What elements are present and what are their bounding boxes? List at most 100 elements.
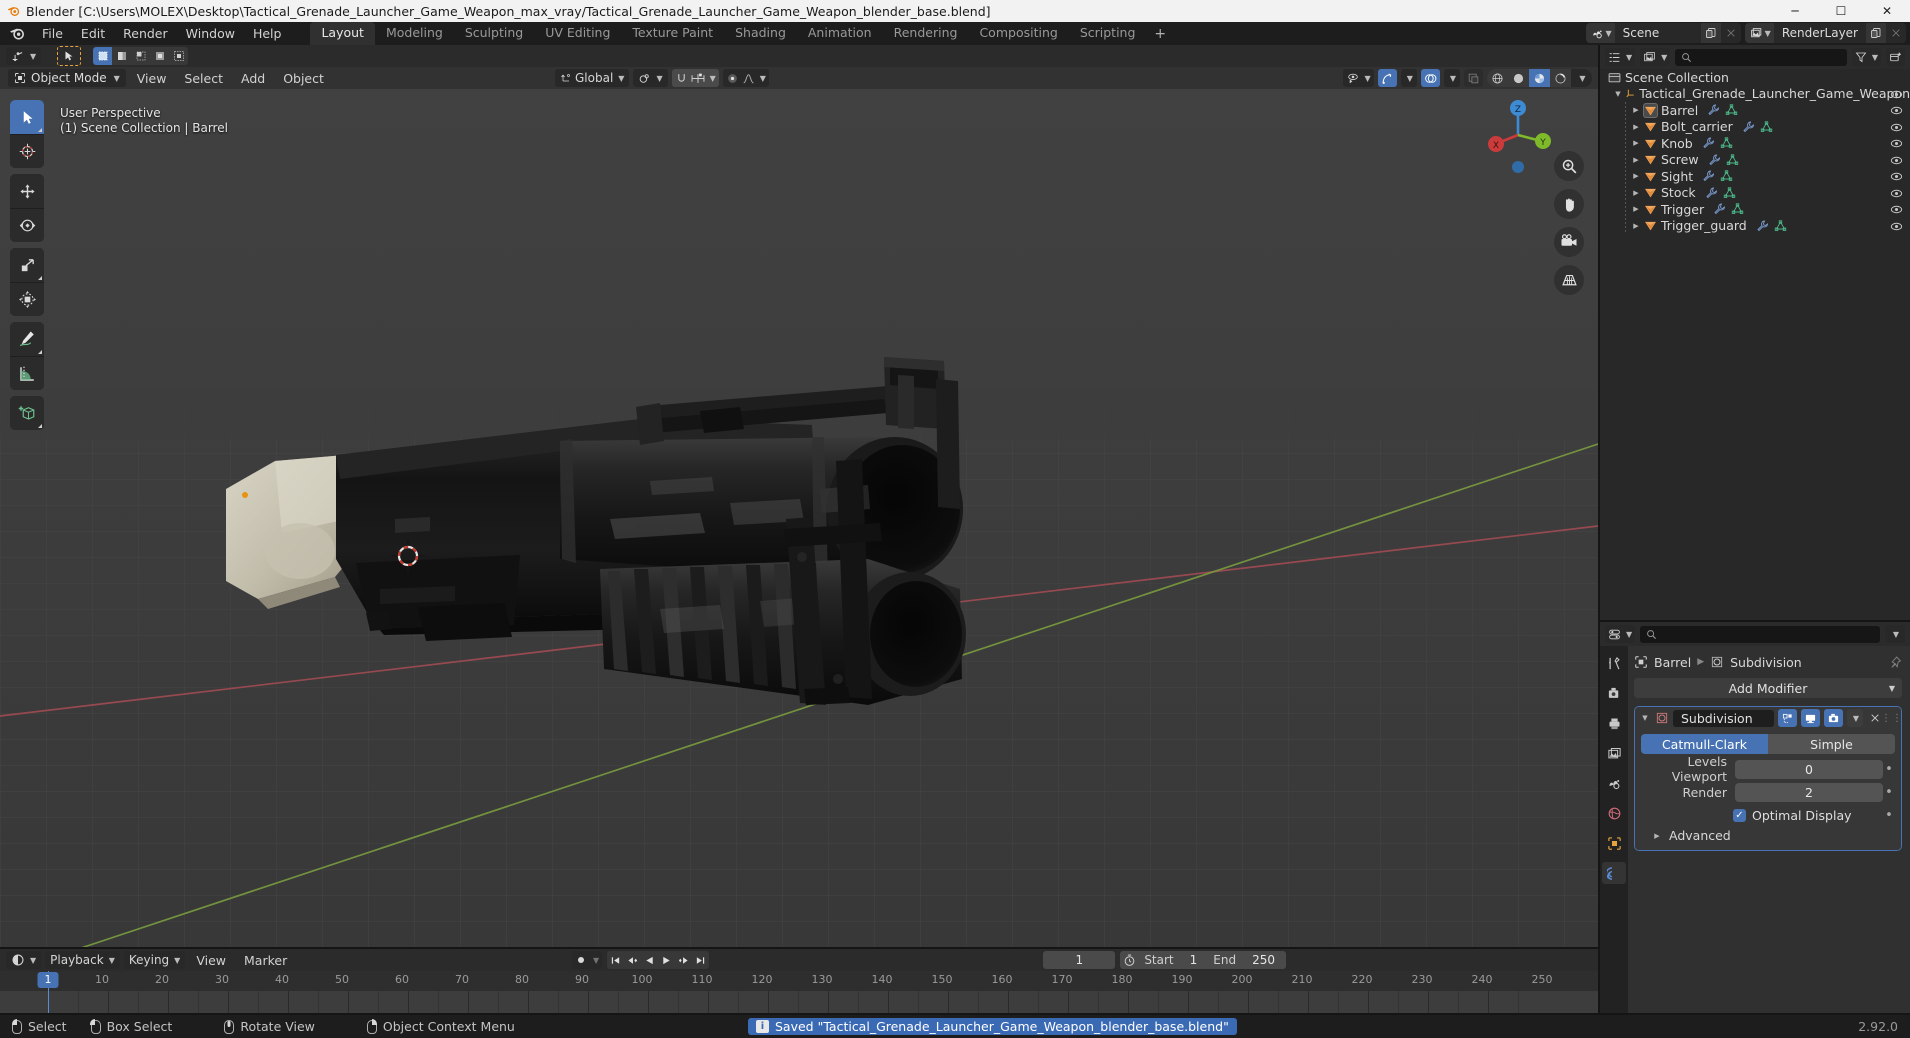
breadcrumb-object-name[interactable]: Barrel [1654, 655, 1691, 670]
viewport-canvas[interactable] [0, 89, 1598, 949]
tab-scene[interactable] [1602, 772, 1626, 794]
modifier-extras-dropdown[interactable]: ▼ [1847, 709, 1863, 727]
current-frame-field[interactable]: 1 [1043, 951, 1116, 969]
mesh-data-icon[interactable] [1731, 203, 1744, 215]
add-cube-tool-button[interactable] [10, 396, 44, 430]
play-reverse-button[interactable] [641, 951, 659, 969]
modifier-wrench-icon[interactable] [1742, 121, 1755, 133]
delete-viewlayer-button[interactable] [1886, 23, 1906, 43]
frame-range-fields[interactable]: Start 1 End 250 [1120, 951, 1286, 969]
new-scene-button[interactable] [1700, 23, 1721, 43]
disclosure-triangle-icon[interactable]: ▶ [1630, 187, 1642, 199]
menu-window[interactable]: Window [177, 24, 244, 44]
properties-editor[interactable]: ▼ ▼ Barrel ▶ Subdivision Add Modifier ▼ … [1600, 622, 1910, 1015]
mesh-data-icon[interactable] [1726, 154, 1739, 166]
outliner-row-collection[interactable]: ▼ Tactical_Grenade_Launcher_Game_Weapon [1600, 86, 1910, 103]
shading-wireframe-icon[interactable] [1487, 69, 1508, 87]
disclosure-triangle-icon[interactable]: ▶ [1630, 220, 1642, 232]
workspace-tab-uv-editing[interactable]: UV Editing [534, 22, 621, 45]
tweak-tool-button[interactable] [10, 100, 44, 134]
eye-icon[interactable] [1890, 105, 1903, 116]
render-levels-field[interactable]: 2 [1735, 782, 1883, 802]
keying-menu[interactable]: Keying ▼ [123, 951, 186, 969]
eye-icon[interactable] [1890, 188, 1903, 199]
menu-render[interactable]: Render [114, 24, 177, 44]
timeline-menu-marker[interactable]: Marker [237, 952, 294, 969]
viewlayer-selector[interactable]: ▼ RenderLayer [1744, 23, 1906, 43]
menu-edit[interactable]: Edit [72, 24, 114, 44]
overlays-toggle[interactable] [1420, 69, 1440, 87]
disclosure-triangle-icon[interactable]: ▼ [1639, 712, 1651, 724]
timeline-editor-type[interactable]: ▼ [6, 951, 42, 969]
outliner-row-object[interactable]: ▶ Bolt_carrier [1600, 119, 1910, 136]
workspace-tab-sculpting[interactable]: Sculpting [454, 22, 534, 45]
modifier-wrench-icon[interactable] [1707, 104, 1720, 116]
workspace-tab-scripting[interactable]: Scripting [1069, 22, 1147, 45]
properties-options-button[interactable]: ▼ [1884, 625, 1905, 643]
workspace-tab-shading[interactable]: Shading [724, 22, 797, 45]
modifier-wrench-icon[interactable] [1702, 137, 1715, 149]
eye-icon[interactable] [1890, 122, 1903, 133]
show-in-viewport-toggle[interactable] [1801, 709, 1820, 727]
auto-keying-toggle[interactable]: ▼ [572, 951, 603, 969]
workspace-tab-layout[interactable]: Layout [310, 22, 375, 45]
mesh-data-icon[interactable] [1760, 121, 1773, 133]
delete-scene-button[interactable] [1720, 23, 1741, 43]
levels-viewport-field[interactable]: 0 [1735, 759, 1883, 779]
outliner-object-name[interactable]: Stock [1661, 185, 1696, 200]
editor-type-selector[interactable]: ▼ [6, 47, 42, 65]
pin-icon[interactable] [1889, 655, 1902, 669]
workspace-tab-rendering[interactable]: Rendering [883, 22, 969, 45]
shading-dropdown[interactable]: ▼ [1571, 69, 1592, 87]
outliner-editor-type[interactable]: ▼ [1605, 48, 1636, 66]
add-modifier-button[interactable]: Add Modifier ▼ [1634, 678, 1902, 698]
visibility-selector[interactable]: ▼ [1342, 69, 1374, 87]
viewport-menu-add[interactable]: Add [234, 70, 272, 87]
shading-rendered-icon[interactable] [1550, 69, 1571, 87]
disclosure-triangle-icon[interactable]: ▶ [1630, 104, 1642, 116]
workspace-tab-add[interactable]: + [1146, 23, 1174, 45]
scale-tool-button[interactable] [10, 248, 44, 282]
animate-property-dot[interactable]: • [1883, 762, 1895, 777]
grid-ortho-icon[interactable] [1554, 265, 1584, 295]
3d-viewport[interactable]: User Perspective (1) Scene Collection | … [0, 89, 1598, 949]
blender-menu-icon[interactable] [8, 25, 25, 42]
breadcrumb-modifier-name[interactable]: Subdivision [1730, 655, 1802, 670]
workspace-tab-modeling[interactable]: Modeling [375, 22, 454, 45]
outliner-row-object[interactable]: ▶ Trigger_guard [1600, 218, 1910, 235]
modifier-wrench-icon[interactable] [1708, 154, 1721, 166]
outliner-object-name[interactable]: Trigger [1661, 202, 1704, 217]
outliner-object-name[interactable]: Knob [1661, 136, 1693, 151]
mesh-data-icon[interactable] [1720, 137, 1733, 149]
active-tool-indicator[interactable] [57, 46, 82, 66]
tab-object[interactable] [1602, 832, 1626, 854]
transform-tool-button[interactable] [10, 282, 44, 316]
transform-orientation-selector[interactable]: Global ▼ [555, 69, 630, 87]
close-button[interactable]: ✕ [1864, 0, 1910, 22]
gizmo-toggle[interactable] [1377, 69, 1397, 87]
animate-property-dot[interactable]: • [1883, 808, 1895, 823]
measure-tool-button[interactable] [10, 356, 44, 390]
tab-modifier[interactable] [1602, 862, 1626, 884]
mesh-data-icon[interactable] [1774, 220, 1787, 232]
mesh-data-icon[interactable] [1725, 104, 1738, 116]
viewport-menu-select[interactable]: Select [177, 70, 230, 87]
outliner-display-mode[interactable]: ▼ [1640, 48, 1671, 66]
menu-help[interactable]: Help [244, 24, 291, 44]
tab-tool[interactable] [1602, 652, 1626, 674]
eye-icon[interactable] [1890, 221, 1903, 232]
select-intersect-icon[interactable] [169, 47, 189, 65]
timeline-menu-view[interactable]: View [189, 952, 233, 969]
optimal-display-checkbox[interactable]: ✓ [1733, 808, 1746, 822]
modifier-wrench-icon[interactable] [1702, 170, 1715, 182]
object-mode-selector[interactable]: Object Mode ▼ [8, 69, 126, 87]
outliner-row-object[interactable]: ▶ Barrel [1600, 102, 1910, 119]
outliner-editor[interactable]: ▼ ▼ ▼ Scene Collection ▼ Tactical_Grenad… [1600, 45, 1910, 620]
next-keyframe-button[interactable] [675, 951, 693, 969]
eye-icon[interactable] [1890, 171, 1903, 182]
camera-icon[interactable] [1554, 227, 1584, 257]
animate-property-dot[interactable]: • [1883, 785, 1895, 800]
start-value[interactable]: 1 [1182, 953, 1206, 967]
prev-keyframe-button[interactable] [624, 951, 642, 969]
disclosure-triangle-icon[interactable]: ▶ [1630, 154, 1642, 166]
